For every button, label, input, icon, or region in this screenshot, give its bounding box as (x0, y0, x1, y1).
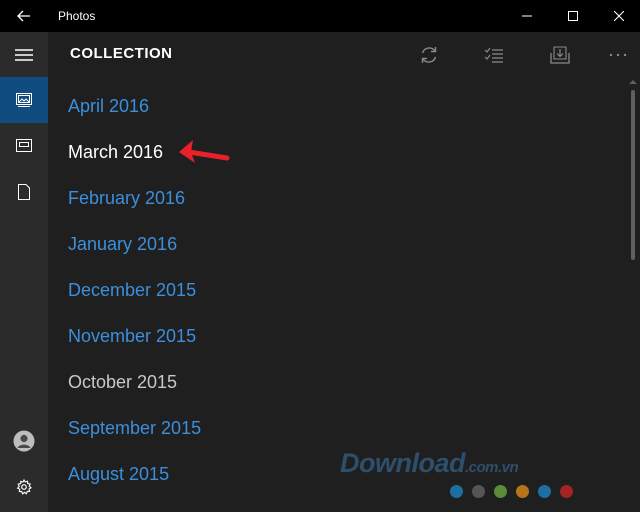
month-item[interactable]: October 2015 (68, 367, 177, 397)
month-item[interactable]: January 2016 (68, 229, 177, 259)
vertical-scrollbar[interactable] (626, 78, 640, 512)
close-button[interactable] (596, 0, 640, 32)
refresh-button[interactable] (407, 32, 451, 78)
maximize-icon (568, 11, 578, 21)
month-item-current[interactable]: March 2016 (68, 137, 163, 167)
hamburger-menu-button[interactable] (0, 32, 48, 78)
nav-item-albums[interactable] (0, 123, 48, 169)
collection-header: COLLECTION (48, 32, 640, 78)
minimize-button[interactable] (504, 0, 550, 32)
more-options-button[interactable] (596, 32, 640, 78)
more-icon (609, 53, 627, 57)
nav-item-folders[interactable] (0, 169, 48, 215)
month-list: April 2016 March 2016 February 2016 Janu… (48, 78, 628, 512)
month-item[interactable]: August 2015 (68, 459, 169, 489)
account-icon (13, 430, 35, 452)
nav-item-settings[interactable] (0, 464, 48, 510)
nav-item-collection[interactable] (0, 77, 48, 123)
back-arrow-icon (17, 10, 30, 22)
hamburger-icon (15, 49, 33, 61)
month-item[interactable]: April 2016 (68, 91, 149, 121)
folder-icon (18, 184, 30, 200)
month-item[interactable]: February 2016 (68, 183, 185, 213)
minimize-icon (522, 15, 532, 17)
month-item[interactable]: September 2015 (68, 413, 201, 443)
month-item[interactable]: December 2015 (68, 275, 196, 305)
back-button[interactable] (0, 0, 48, 32)
left-navigation-pane (0, 32, 48, 512)
scroll-up-arrow-icon[interactable] (629, 78, 637, 86)
maximize-button[interactable] (550, 0, 596, 32)
select-icon (484, 47, 503, 63)
photo-collection-icon (16, 93, 32, 107)
month-item[interactable]: November 2015 (68, 321, 196, 351)
page-title: COLLECTION (70, 45, 173, 62)
window-title: Photos (58, 9, 96, 23)
refresh-icon (421, 47, 437, 63)
gear-icon (16, 479, 32, 495)
album-icon (16, 139, 32, 152)
select-button[interactable] (472, 32, 516, 78)
close-icon (614, 11, 624, 21)
scrollbar-thumb[interactable] (631, 90, 635, 260)
import-button[interactable] (538, 32, 582, 78)
import-icon (550, 46, 570, 64)
nav-item-account[interactable] (0, 418, 48, 464)
red-annotation-arrow-icon (179, 140, 230, 163)
photos-app-window: Photos COLLECTION April 2016 March 2016 … (0, 0, 640, 512)
title-bar: Photos (0, 0, 640, 32)
